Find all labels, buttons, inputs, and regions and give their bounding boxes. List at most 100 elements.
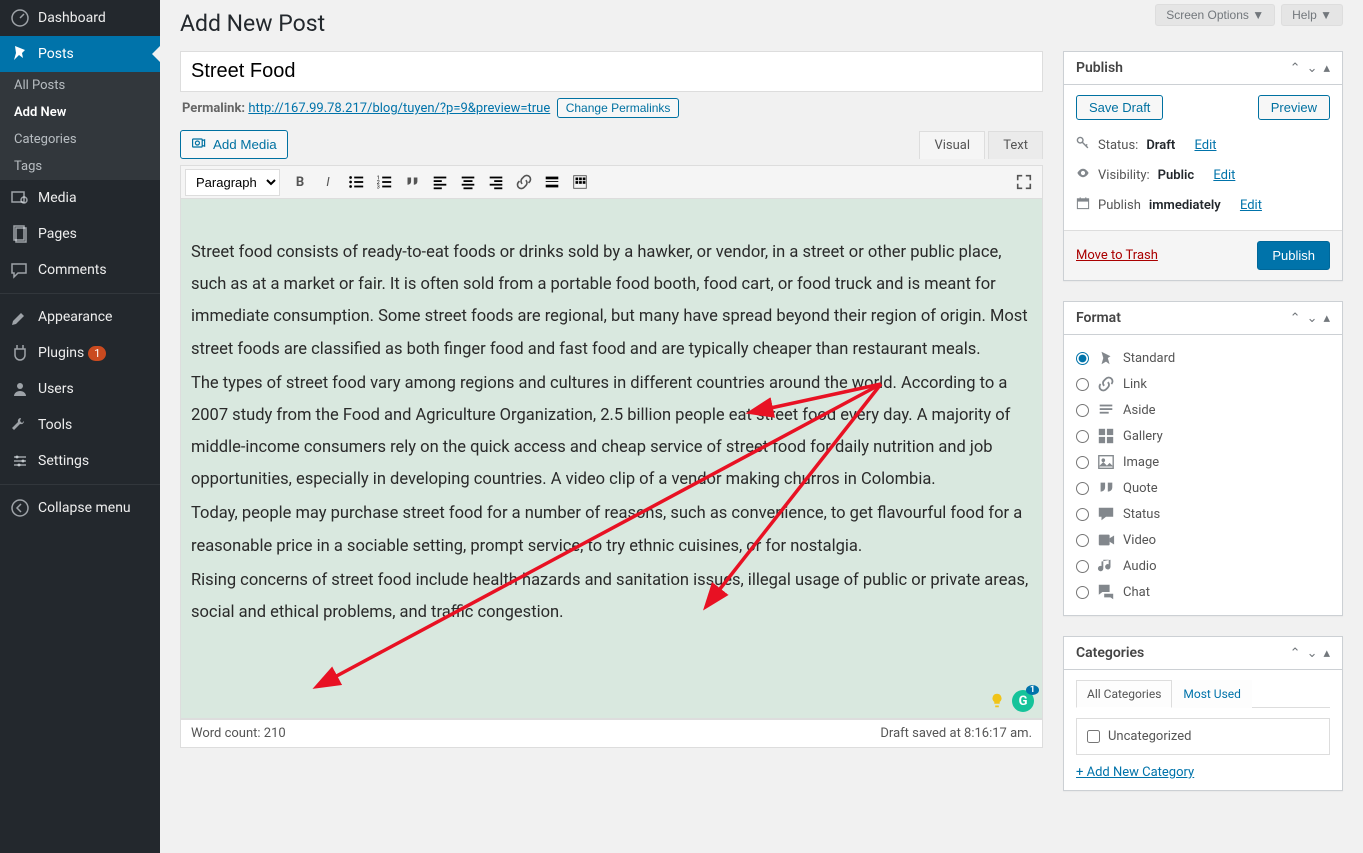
- menu-label: Comments: [38, 262, 107, 278]
- publish-title: Publish: [1076, 60, 1123, 76]
- tab-all-categories[interactable]: All Categories: [1076, 680, 1172, 708]
- paragraph-select[interactable]: Paragraph: [185, 169, 280, 196]
- move-down-icon[interactable]: ⌄: [1307, 61, 1318, 76]
- menu-pages[interactable]: Pages: [0, 216, 160, 252]
- publish-button[interactable]: Publish: [1257, 241, 1330, 270]
- format-option-audio[interactable]: Audio: [1076, 553, 1330, 579]
- submenu-categories[interactable]: Categories: [0, 126, 160, 153]
- link-button[interactable]: [510, 168, 538, 196]
- menu-posts[interactable]: Posts: [0, 36, 160, 72]
- add-media-button[interactable]: Add Media: [180, 130, 288, 159]
- format-radio[interactable]: [1076, 482, 1089, 495]
- menu-comments[interactable]: Comments: [0, 252, 160, 288]
- align-left-button[interactable]: [426, 168, 454, 196]
- post-title-input[interactable]: [180, 51, 1043, 92]
- move-to-trash-link[interactable]: Move to Trash: [1076, 248, 1158, 263]
- format-option-chat[interactable]: Chat: [1076, 579, 1330, 605]
- change-permalinks-button[interactable]: Change Permalinks: [557, 98, 680, 118]
- format-radio[interactable]: [1076, 456, 1089, 469]
- tab-text[interactable]: Text: [988, 131, 1043, 159]
- format-option-aside[interactable]: Aside: [1076, 397, 1330, 423]
- format-option-standard[interactable]: Standard: [1076, 345, 1330, 371]
- format-radio[interactable]: [1076, 352, 1089, 365]
- menu-dashboard[interactable]: Dashboard: [0, 0, 160, 36]
- format-list: StandardLinkAsideGalleryImageQuoteStatus…: [1064, 335, 1342, 615]
- edit-schedule-link[interactable]: Edit: [1240, 198, 1262, 213]
- format-option-link[interactable]: Link: [1076, 371, 1330, 397]
- bullet-list-button[interactable]: [342, 168, 370, 196]
- menu-collapse[interactable]: Collapse menu: [0, 490, 160, 526]
- move-up-icon[interactable]: ⌃: [1290, 311, 1301, 326]
- publish-box: Publish ⌃⌄▴ Save Draft Preview Status: D…: [1063, 51, 1343, 281]
- blockquote-button[interactable]: [398, 168, 426, 196]
- edit-visibility-link[interactable]: Edit: [1213, 168, 1235, 183]
- aside-icon: [1097, 401, 1115, 419]
- move-down-icon[interactable]: ⌄: [1307, 646, 1318, 661]
- menu-label: Dashboard: [38, 10, 106, 26]
- screen-options-button[interactable]: Screen Options ▼: [1155, 4, 1275, 26]
- submenu-tags[interactable]: Tags: [0, 153, 160, 180]
- edit-status-link[interactable]: Edit: [1194, 138, 1216, 153]
- format-radio[interactable]: [1076, 430, 1089, 443]
- move-up-icon[interactable]: ⌃: [1290, 646, 1301, 661]
- menu-label: Plugins: [38, 345, 84, 361]
- menu-plugins[interactable]: Plugins 1: [0, 335, 160, 371]
- move-down-icon[interactable]: ⌄: [1307, 311, 1318, 326]
- numbered-list-button[interactable]: 123: [370, 168, 398, 196]
- link-icon: [1097, 375, 1115, 393]
- format-option-status[interactable]: Status: [1076, 501, 1330, 527]
- quote-icon: [1097, 479, 1115, 497]
- format-radio[interactable]: [1076, 560, 1089, 573]
- standard-icon: [1097, 349, 1115, 367]
- menu-appearance[interactable]: Appearance: [0, 299, 160, 335]
- align-right-button[interactable]: [482, 168, 510, 196]
- bold-button[interactable]: B: [286, 168, 314, 196]
- submenu-add-new[interactable]: Add New: [0, 99, 160, 126]
- move-up-icon[interactable]: ⌃: [1290, 61, 1301, 76]
- grammarly-icon[interactable]: G1: [1012, 690, 1034, 712]
- format-option-video[interactable]: Video: [1076, 527, 1330, 553]
- format-option-image[interactable]: Image: [1076, 449, 1330, 475]
- submenu-all-posts[interactable]: All Posts: [0, 72, 160, 99]
- format-radio[interactable]: [1076, 534, 1089, 547]
- users-icon: [10, 379, 30, 399]
- collapse-icon: [10, 498, 30, 518]
- align-center-button[interactable]: [454, 168, 482, 196]
- tab-most-used[interactable]: Most Used: [1172, 680, 1252, 708]
- format-box: Format ⌃⌄▴ StandardLinkAsideGalleryImage…: [1063, 301, 1343, 616]
- paragraph-2: The types of street food vary among regi…: [191, 368, 1032, 497]
- permalink-url[interactable]: http://167.99.78.217/blog/tuyen/?p=9&pre…: [248, 101, 550, 116]
- format-radio[interactable]: [1076, 508, 1089, 521]
- lightbulb-icon[interactable]: [988, 692, 1006, 710]
- tab-visual[interactable]: Visual: [919, 131, 985, 159]
- plugins-icon: [10, 343, 30, 363]
- toggle-icon[interactable]: ▴: [1323, 61, 1330, 76]
- save-draft-button[interactable]: Save Draft: [1076, 95, 1163, 120]
- toggle-icon[interactable]: ▴: [1323, 646, 1330, 661]
- menu-label: Posts: [38, 46, 74, 62]
- menu-settings[interactable]: Settings: [0, 443, 160, 479]
- help-button[interactable]: Help ▼: [1281, 4, 1343, 26]
- format-radio[interactable]: [1076, 586, 1089, 599]
- format-radio[interactable]: [1076, 378, 1089, 391]
- category-item[interactable]: Uncategorized: [1087, 729, 1319, 744]
- menu-label: Appearance: [38, 309, 112, 325]
- menu-label: Pages: [38, 226, 77, 242]
- toggle-icon[interactable]: ▴: [1323, 311, 1330, 326]
- add-new-category-link[interactable]: + Add New Category: [1076, 765, 1194, 780]
- format-radio[interactable]: [1076, 404, 1089, 417]
- menu-tools[interactable]: Tools: [0, 407, 160, 443]
- category-checkbox[interactable]: [1087, 730, 1100, 743]
- menu-media[interactable]: Media: [0, 180, 160, 216]
- toolbar-toggle-button[interactable]: [566, 168, 594, 196]
- eye-icon: [1076, 166, 1090, 184]
- readmore-button[interactable]: [538, 168, 566, 196]
- editor-content[interactable]: Street food consists of ready-to-eat foo…: [180, 199, 1043, 719]
- menu-users[interactable]: Users: [0, 371, 160, 407]
- italic-button[interactable]: I: [314, 168, 342, 196]
- format-option-quote[interactable]: Quote: [1076, 475, 1330, 501]
- fullscreen-button[interactable]: [1010, 168, 1038, 196]
- paragraph-3: Today, people may purchase street food f…: [191, 498, 1032, 562]
- preview-button[interactable]: Preview: [1258, 95, 1330, 120]
- format-option-gallery[interactable]: Gallery: [1076, 423, 1330, 449]
